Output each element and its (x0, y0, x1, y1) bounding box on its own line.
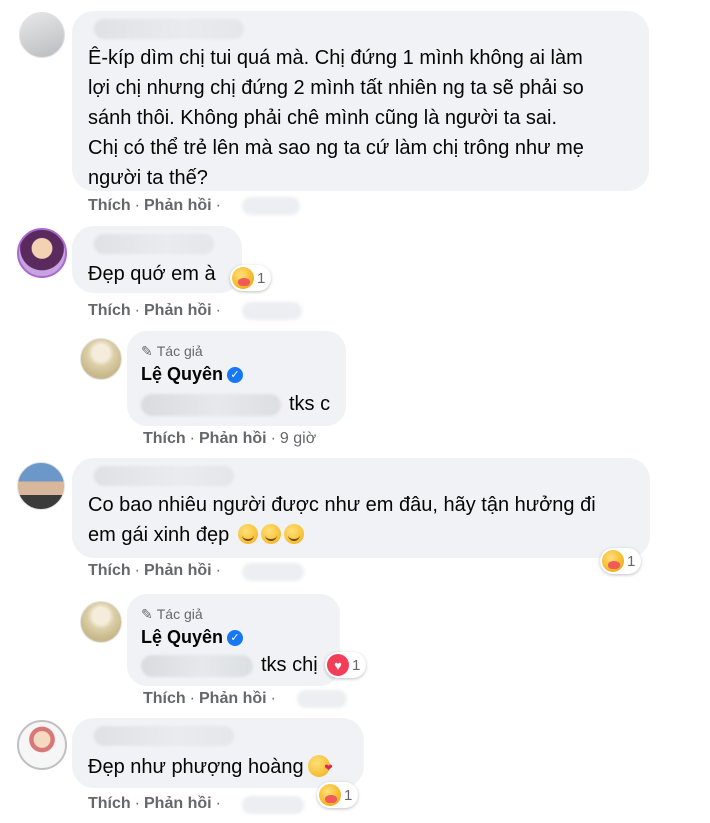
blurred-timestamp[interactable] (242, 302, 302, 320)
timestamp[interactable]: 9 giờ (280, 430, 316, 447)
care-reaction-icon (232, 267, 254, 289)
reaction-summary[interactable]: 1 (317, 782, 359, 808)
author-name[interactable]: Lệ Quyên ✓ (141, 364, 244, 385)
author-avatar[interactable] (80, 601, 122, 643)
love-reaction-icon: ♥ (327, 654, 349, 676)
separator: · (215, 302, 221, 319)
reply-button[interactable]: Phản hồi (144, 795, 212, 812)
separator: · (215, 795, 221, 812)
author-name[interactable]: Lệ Quyên ✓ (141, 627, 244, 648)
like-button[interactable]: Thích (88, 302, 131, 319)
separator: · (270, 430, 276, 447)
reaction-summary[interactable]: 1 (600, 548, 642, 574)
commenter-avatar[interactable] (17, 462, 65, 510)
verified-badge-icon: ✓ (227, 630, 244, 646)
smiling-face-icon (260, 524, 281, 544)
comment-text-line: lợi chị nhưng chị đứng 2 mình tất nhiên … (88, 77, 584, 99)
comment-text-line: Chị có thể trẻ lên mà sao ng ta cứ làm c… (88, 137, 584, 159)
reaction-summary[interactable]: 1 (230, 265, 272, 291)
blurred-commenter-name[interactable] (94, 726, 234, 746)
reply-button[interactable]: Phản hồi (144, 562, 212, 579)
verified-badge-icon: ✓ (227, 367, 244, 383)
separator: · (134, 197, 140, 214)
blurred-mention[interactable] (141, 655, 253, 677)
care-reaction-icon (602, 550, 624, 572)
comment-bubble: Ê-kíp dìm chị tui quá mà. Chị đứng 1 mìn… (72, 11, 649, 191)
comment-text-line: người ta thế? (88, 167, 208, 189)
separator: · (270, 690, 276, 707)
comment-bubble: Đẹp quớ em à (72, 226, 242, 293)
separator: · (215, 197, 221, 214)
reply-text: tks chị (261, 654, 318, 676)
blurred-mention[interactable] (141, 394, 281, 416)
like-button[interactable]: Thích (143, 430, 186, 447)
comment-actions: Thích · Phản hồi · (88, 795, 225, 813)
reply-bubble: ✎ Tác giả Lệ Quyên ✓ tks c (127, 331, 346, 426)
separator: · (215, 562, 221, 579)
separator: · (189, 690, 195, 707)
comment-text-line: Co bao nhiêu người được như em đâu, hãy … (88, 494, 596, 516)
care-reaction-icon (319, 784, 341, 806)
reply-button[interactable]: Phản hồi (144, 302, 212, 319)
comment-actions: Thích · Phản hồi · (88, 302, 225, 320)
comment-text: Đẹp như phượng hoàng (88, 752, 333, 784)
like-button[interactable]: Thích (88, 562, 131, 579)
like-button[interactable]: Thích (88, 197, 131, 214)
reply-bubble: ✎ Tác giả Lệ Quyên ✓ tks chị (127, 594, 340, 686)
blurred-commenter-name[interactable] (94, 234, 214, 254)
comment-bubble: Đẹp như phượng hoàng (72, 718, 364, 788)
blurred-commenter-name[interactable] (94, 19, 244, 39)
reaction-count: 1 (627, 552, 636, 570)
blurred-commenter-name[interactable] (94, 466, 234, 486)
reply-button[interactable]: Phản hồi (199, 690, 267, 707)
blurred-timestamp[interactable] (242, 796, 304, 814)
comment-text-line: em gái xinh đẹp (88, 520, 304, 551)
blurred-timestamp[interactable] (297, 690, 347, 708)
smiling-face-icon (237, 524, 258, 544)
separator: · (134, 795, 140, 812)
comment-text-line: sánh thôi. Không phải chê mình cũng là n… (88, 107, 558, 129)
pen-icon: ✎ (141, 606, 153, 622)
reaction-count: 1 (344, 786, 353, 804)
reaction-summary[interactable]: ♥ 1 (325, 652, 367, 678)
commenter-avatar[interactable] (17, 228, 67, 278)
blurred-timestamp[interactable] (242, 563, 304, 581)
reaction-count: 1 (257, 269, 266, 287)
author-avatar[interactable] (80, 338, 122, 380)
comment-bubble: Co bao nhiêu người được như em đâu, hãy … (72, 458, 650, 558)
reply-button[interactable]: Phản hồi (144, 197, 212, 214)
separator: · (134, 562, 140, 579)
reply-button[interactable]: Phản hồi (199, 430, 267, 447)
commenter-avatar[interactable] (19, 12, 65, 58)
blurred-timestamp[interactable] (242, 197, 300, 215)
comment-actions: Thích · Phản hồi · (88, 197, 225, 215)
pen-icon: ✎ (141, 343, 153, 359)
commenter-avatar[interactable] (17, 720, 67, 770)
separator: · (134, 302, 140, 319)
like-button[interactable]: Thích (143, 690, 186, 707)
reply-actions: Thích · Phản hồi · (143, 690, 280, 708)
author-tag: ✎ Tác giả (141, 343, 203, 359)
author-tag: ✎ Tác giả (141, 606, 203, 622)
reply-text: tks c (289, 393, 331, 415)
like-button[interactable]: Thích (88, 795, 131, 812)
comment-actions: Thích · Phản hồi · (88, 562, 225, 580)
smiling-face-icon (283, 524, 304, 544)
reply-actions: Thích · Phản hồi · 9 giờ (143, 430, 316, 448)
kissing-face-icon (307, 753, 333, 784)
separator: · (189, 430, 195, 447)
reaction-count: 1 (352, 656, 361, 674)
comment-text: Đẹp quớ em à (88, 263, 216, 285)
comment-text-line: Ê-kíp dìm chị tui quá mà. Chị đứng 1 mìn… (88, 47, 583, 69)
